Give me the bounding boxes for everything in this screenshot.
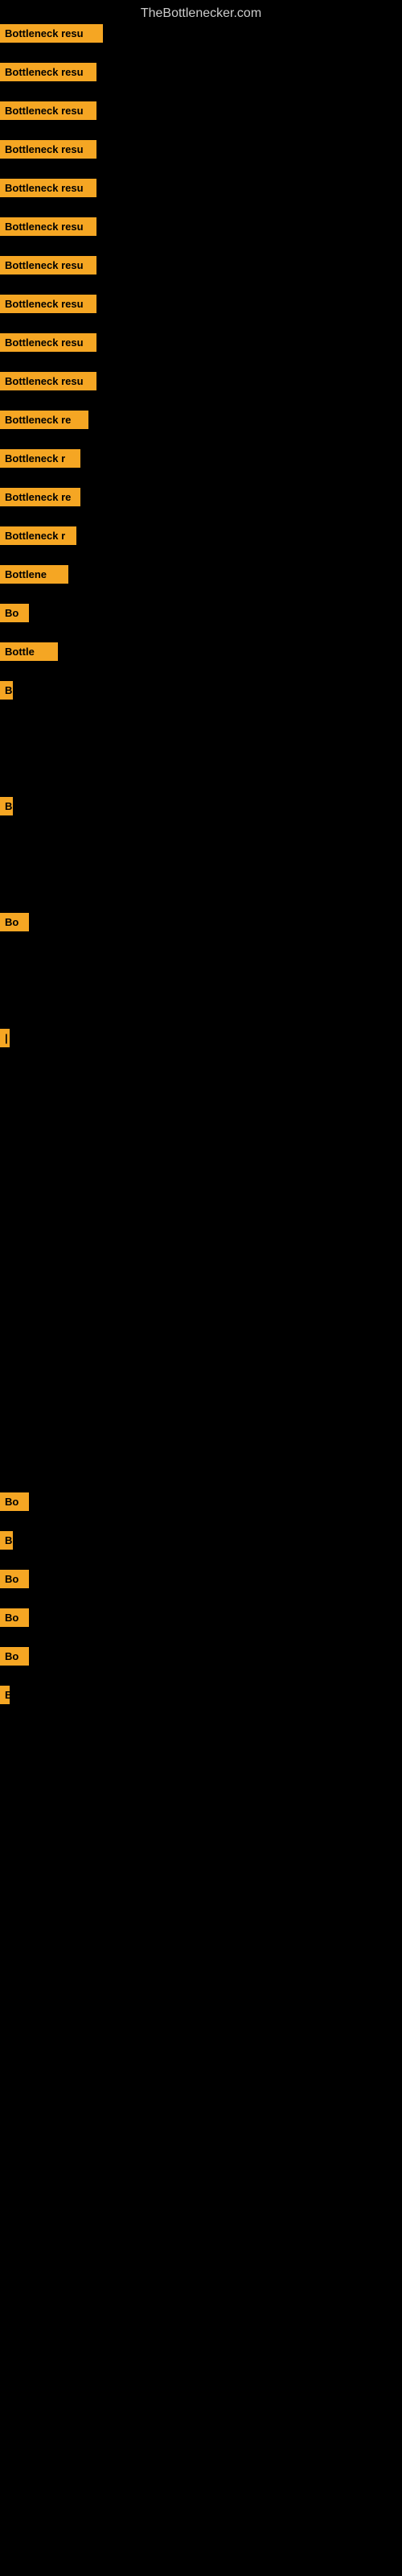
bottleneck-result-item[interactable]: Bottle	[0, 642, 58, 661]
bottleneck-result-item[interactable]: Bottleneck re	[0, 411, 88, 429]
bottleneck-result-item[interactable]: Bottleneck resu	[0, 140, 96, 159]
bottleneck-result-item[interactable]: Bo	[0, 1492, 29, 1511]
bottleneck-result-item[interactable]: Bo	[0, 1608, 29, 1627]
bottleneck-result-item[interactable]: Bottleneck resu	[0, 295, 96, 313]
bottleneck-result-item[interactable]: Bottleneck resu	[0, 333, 96, 352]
bottleneck-result-item[interactable]: B	[0, 1686, 10, 1704]
bottleneck-result-item[interactable]: Bottleneck re	[0, 488, 80, 506]
bottleneck-result-item[interactable]: Bottleneck resu	[0, 179, 96, 197]
bottleneck-result-item[interactable]: Bottleneck resu	[0, 256, 96, 275]
bottleneck-result-item[interactable]: Bottleneck resu	[0, 63, 96, 81]
bottleneck-result-item[interactable]: |	[0, 1029, 10, 1047]
bottleneck-result-item[interactable]: Bottlene	[0, 565, 68, 584]
bottleneck-result-item[interactable]: B	[0, 1531, 13, 1550]
bottleneck-result-item[interactable]: B	[0, 797, 13, 815]
bottleneck-result-item[interactable]: Bottleneck r	[0, 526, 76, 545]
bottleneck-result-item[interactable]: Bo	[0, 604, 29, 622]
bottleneck-result-item[interactable]: Bottleneck resu	[0, 217, 96, 236]
bottleneck-result-item[interactable]: Bottleneck r	[0, 449, 80, 468]
bottleneck-result-item[interactable]: Bottleneck resu	[0, 101, 96, 120]
bottleneck-result-item[interactable]: Bottleneck resu	[0, 24, 103, 43]
site-title: TheBottlenecker.com	[0, 0, 402, 27]
bottleneck-result-item[interactable]: Bo	[0, 1570, 29, 1588]
bottleneck-result-item[interactable]: Bottleneck resu	[0, 372, 96, 390]
bottleneck-result-item[interactable]: B	[0, 681, 13, 700]
bottleneck-result-item[interactable]: Bo	[0, 913, 29, 931]
bottleneck-result-item[interactable]: Bo	[0, 1647, 29, 1666]
